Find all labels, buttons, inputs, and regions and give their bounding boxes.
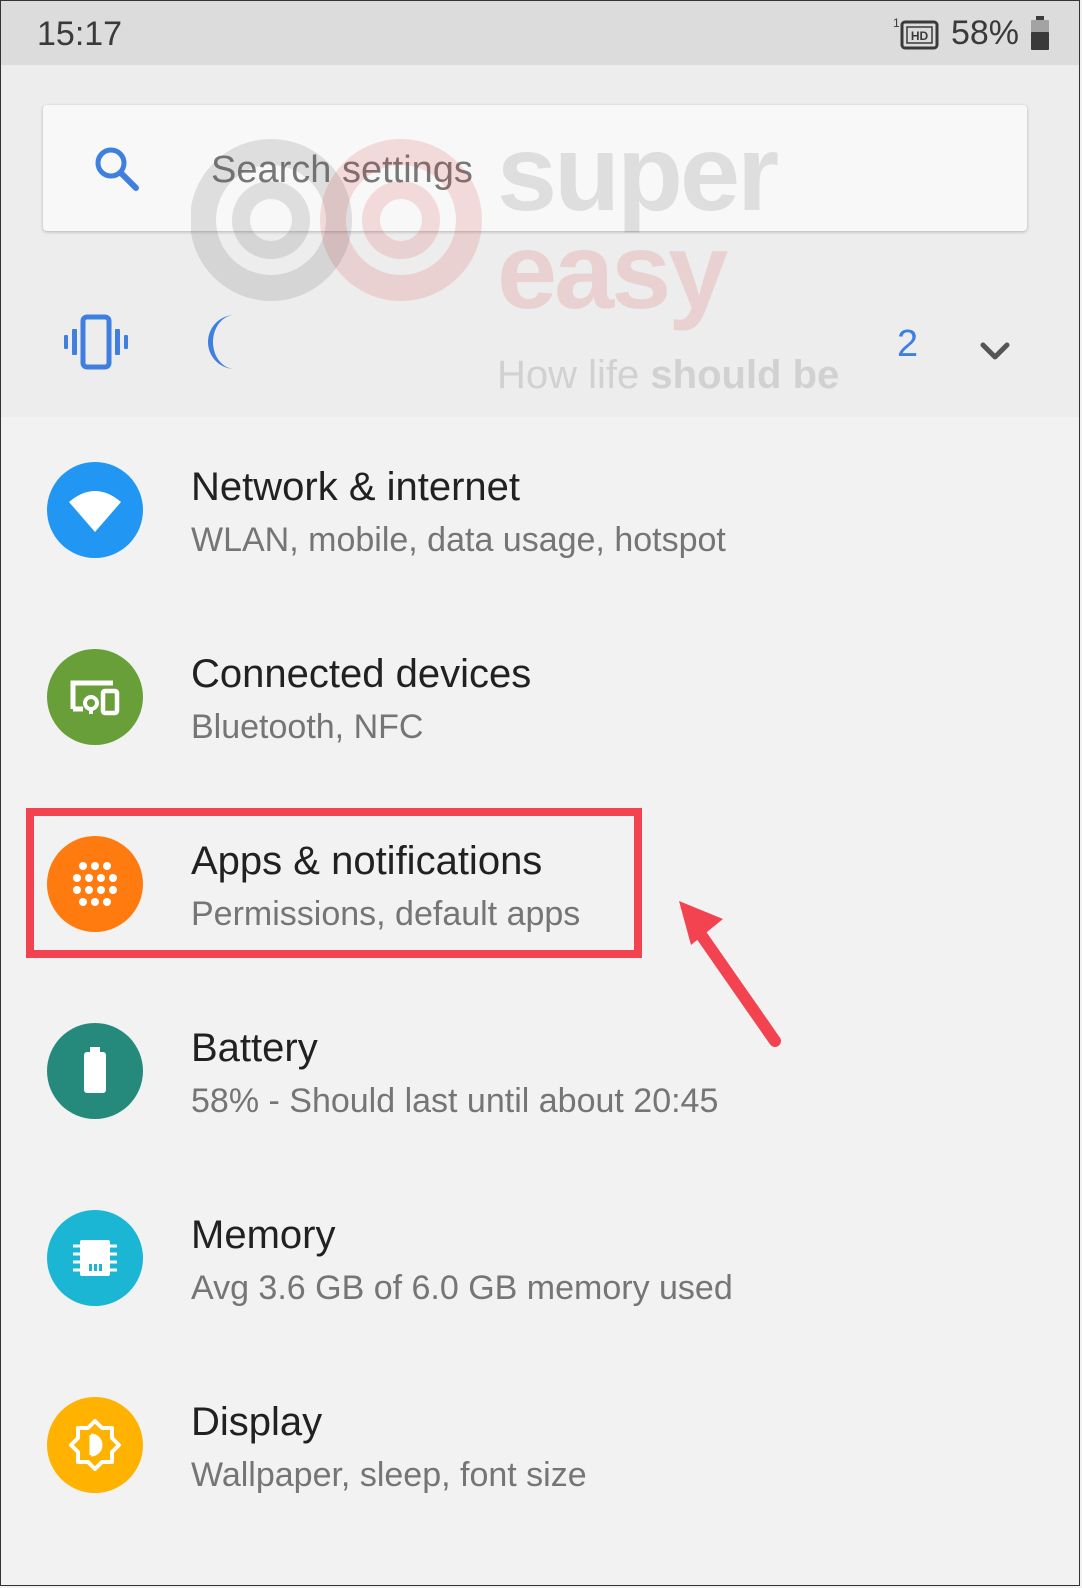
watermark-tagline-part2: should be (650, 353, 840, 397)
memory-chip-icon (47, 1210, 143, 1306)
item-subtitle: Wallpaper, sleep, font size (191, 1456, 587, 1494)
wifi-icon (47, 462, 143, 558)
status-indicators: 1 HD 58% (893, 13, 1049, 53)
item-subtitle: Permissions, default apps (191, 895, 581, 933)
item-title: Memory (191, 1213, 336, 1257)
brightness-icon (47, 1397, 143, 1493)
hd-label: HD (911, 29, 929, 43)
settings-screen: 15:17 1 HD 58% Search settings 2 easy Ho… (0, 0, 1080, 1586)
hd-network-icon: 1 HD (893, 16, 939, 50)
settings-item-network[interactable]: Network & internet WLAN, mobile, data us… (1, 417, 1079, 604)
item-title: Apps & notifications (191, 839, 543, 883)
devices-icon (47, 649, 143, 745)
watermark-tagline: How life should be (497, 353, 839, 398)
settings-item-apps-notifications[interactable]: Apps & notifications Permissions, defaul… (1, 791, 1079, 978)
status-bar: 15:17 1 HD 58% (1, 1, 1079, 65)
search-icon[interactable] (91, 143, 141, 193)
do-not-disturb-moon-icon[interactable] (191, 309, 257, 375)
settings-item-memory[interactable]: Memory Avg 3.6 GB of 6.0 GB memory used (1, 1165, 1079, 1352)
battery-icon (47, 1023, 143, 1119)
chevron-down-icon[interactable] (975, 331, 1015, 371)
item-subtitle: Avg 3.6 GB of 6.0 GB memory used (191, 1269, 733, 1307)
item-subtitle: Bluetooth, NFC (191, 708, 424, 746)
item-title: Network & internet (191, 465, 521, 509)
item-subtitle: 58% - Should last until about 20:45 (191, 1082, 719, 1120)
battery-percent: 58% (950, 13, 1019, 52)
vibrate-icon[interactable] (63, 309, 129, 375)
item-subtitle: WLAN, mobile, data usage, hotspot (191, 521, 726, 559)
item-title: Display (191, 1400, 323, 1444)
search-bar[interactable] (43, 105, 1027, 231)
settings-header: 2 super easy How life should be (1, 65, 1079, 417)
settings-item-display[interactable]: Display Wallpaper, sleep, font size (1, 1352, 1079, 1539)
item-title: Connected devices (191, 652, 532, 696)
status-time: 15:17 (37, 15, 123, 53)
conditions-count: 2 (897, 323, 919, 365)
settings-item-battery[interactable]: Battery 58% - Should last until about 20… (1, 978, 1079, 1165)
watermark-text-easy: easy (497, 210, 728, 331)
settings-item-connected-devices[interactable]: Connected devices Bluetooth, NFC (1, 604, 1079, 791)
search-input[interactable] (209, 141, 973, 199)
apps-grid-icon (47, 836, 143, 932)
item-title: Battery (191, 1026, 318, 1070)
sim-slot-label: 1 (893, 16, 900, 30)
status-battery-icon (1031, 16, 1049, 50)
watermark-tagline-part1: How life (497, 353, 651, 397)
